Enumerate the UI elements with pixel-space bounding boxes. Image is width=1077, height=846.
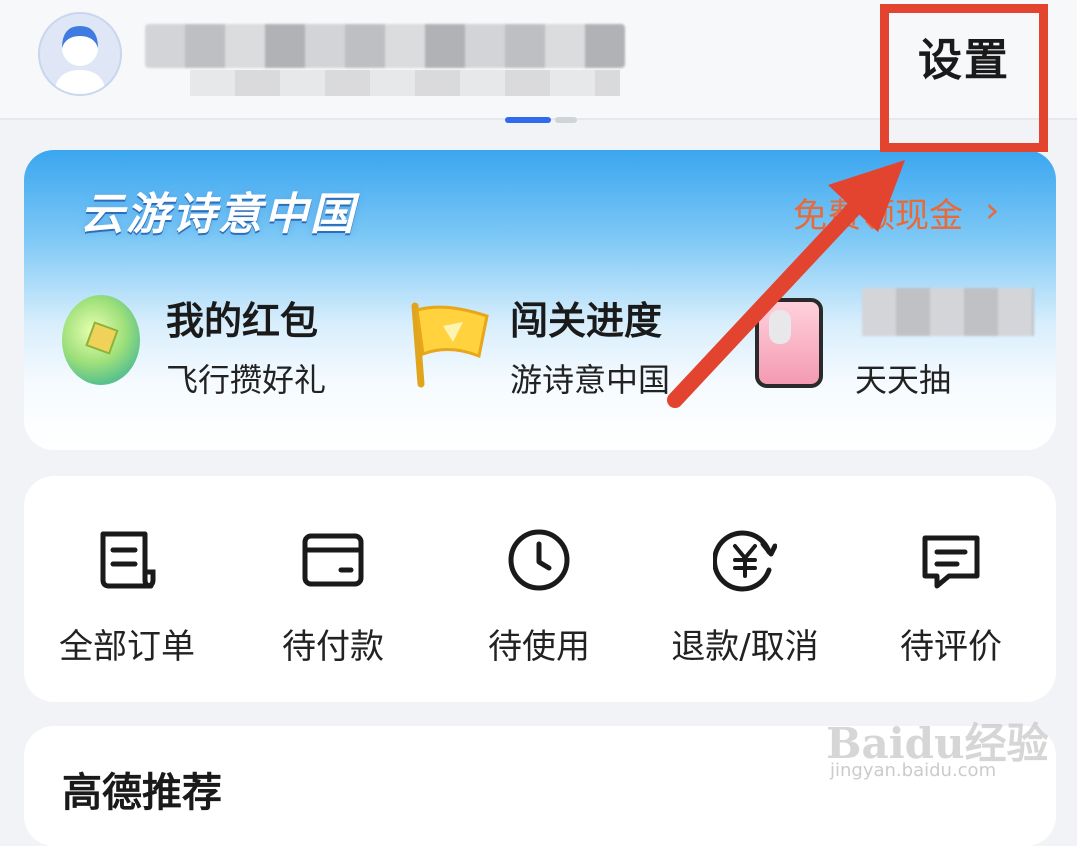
annotation-arrow-icon	[667, 160, 905, 408]
